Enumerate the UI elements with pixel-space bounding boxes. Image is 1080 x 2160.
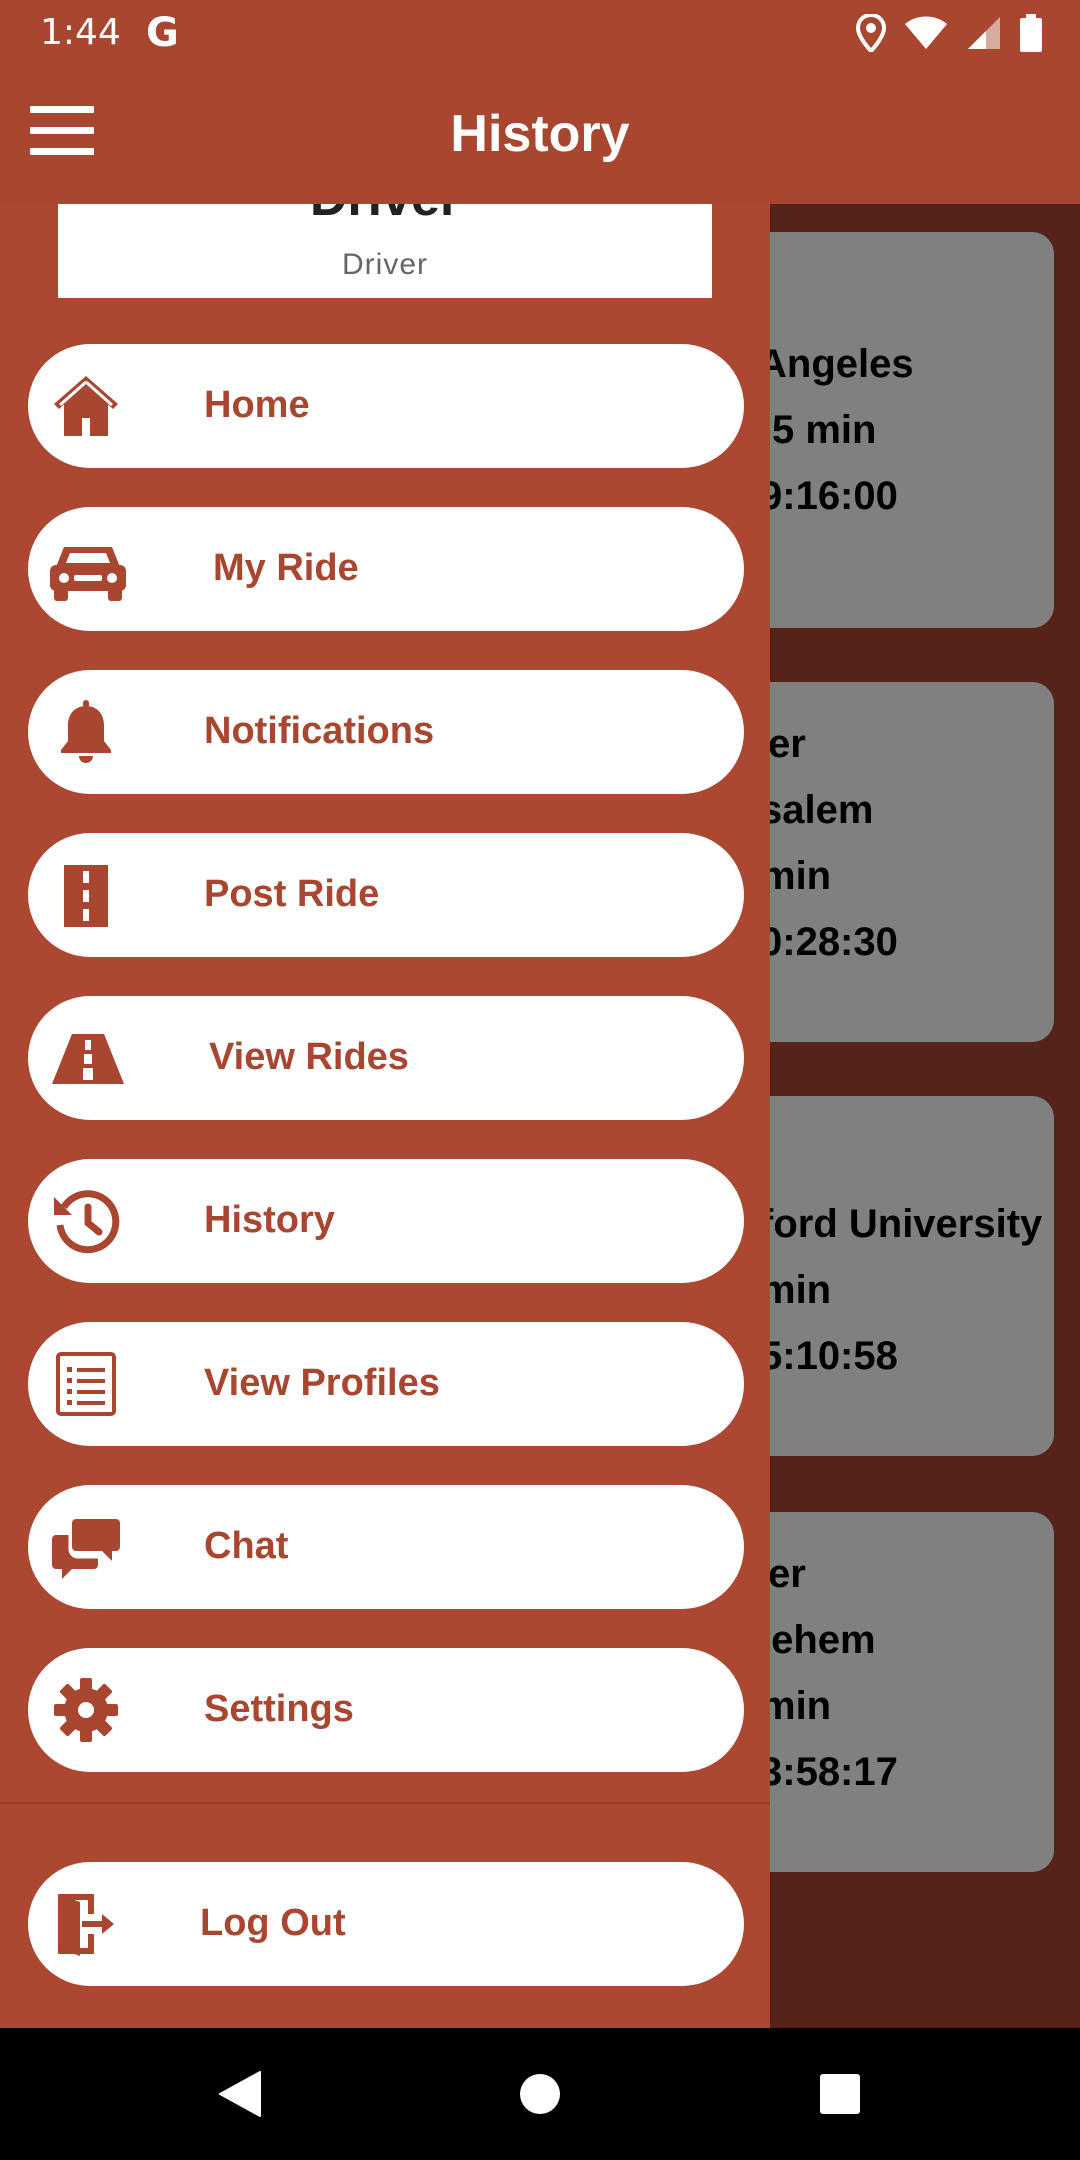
ride-card[interactable]: er salem min 0:28:30 (730, 682, 1054, 1042)
page-title: History (450, 105, 630, 163)
profile-name: Driver (58, 204, 712, 228)
drawer-item-chat[interactable]: Chat (28, 1485, 744, 1609)
recents-icon (820, 2074, 860, 2114)
drawer-item-label: Notifications (204, 710, 435, 752)
ride-destination: lehem (760, 1618, 876, 1662)
road-icon (50, 859, 122, 931)
car-icon (48, 533, 128, 605)
profile-role: Driver (342, 248, 428, 281)
drawer-divider (0, 1802, 770, 1804)
recents-button[interactable] (760, 2028, 920, 2160)
status-icons (856, 14, 1042, 52)
highway-icon (50, 1022, 126, 1094)
ride-driver: er (768, 1552, 806, 1596)
ride-duration: 5 min (772, 408, 877, 452)
ride-duration: min (760, 854, 832, 898)
drawer-item-home[interactable]: Home (28, 344, 744, 468)
ride-time: 3:58:17 (760, 1750, 898, 1794)
ride-time: 9:16:00 (760, 474, 898, 518)
navigation-drawer: Driver Driver Home My (0, 204, 770, 2028)
history-icon (50, 1185, 122, 1257)
drawer-item-label: Home (204, 384, 310, 426)
gear-icon (50, 1674, 122, 1746)
drawer-item-label: My Ride (213, 547, 359, 589)
drawer-item-view-profiles[interactable]: View Profiles (28, 1322, 744, 1446)
drawer-item-view-rides[interactable]: View Rides (28, 996, 744, 1120)
ride-destination: ford University (760, 1202, 1043, 1246)
drawer-item-notifications[interactable]: Notifications (28, 670, 744, 794)
home-icon (50, 370, 122, 442)
wifi-icon (905, 16, 947, 49)
ride-destination: Angeles (758, 342, 914, 386)
status-time: 1:44 (40, 12, 121, 53)
ride-duration: min (760, 1268, 832, 1312)
home-circle-icon (520, 2074, 560, 2114)
drawer-item-label: View Profiles (204, 1362, 440, 1404)
drawer-item-history[interactable]: History (28, 1159, 744, 1283)
drawer-item-label: Post Ride (204, 873, 380, 915)
profile-card: Driver Driver (58, 204, 712, 298)
ride-destination: salem (760, 788, 874, 832)
drawer-item-settings[interactable]: Settings (28, 1648, 744, 1772)
ride-card[interactable]: ford University min 5:10:58 (730, 1096, 1054, 1456)
drawer-item-label: History (204, 1199, 335, 1241)
back-button[interactable] (160, 2028, 320, 2160)
back-icon (219, 2071, 261, 2117)
google-g-icon: G (146, 10, 179, 56)
ride-driver: er (768, 722, 806, 766)
ride-time: 5:10:58 (760, 1334, 898, 1378)
drawer-item-label: Settings (204, 1688, 354, 1730)
drawer-item-label: Chat (204, 1525, 289, 1567)
status-bar: 1:44 G (0, 0, 1080, 66)
ride-card[interactable]: er lehem min 3:58:17 (730, 1512, 1054, 1872)
battery-icon (1020, 14, 1042, 52)
ride-duration: min (760, 1684, 832, 1728)
drawer-item-my-ride[interactable]: My Ride (28, 507, 744, 631)
drawer-item-label: View Rides (209, 1036, 409, 1078)
drawer-item-logout[interactable]: Log Out (28, 1862, 744, 1986)
system-nav-bar (0, 2028, 1080, 2160)
ride-card[interactable]: Angeles 5 min 9:16:00 (730, 232, 1054, 628)
drawer-item-label: Log Out (200, 1902, 346, 1944)
chat-icon (50, 1511, 122, 1583)
app-bar: History (0, 66, 1080, 204)
location-icon (856, 14, 886, 52)
bell-icon (50, 696, 122, 768)
ride-time: 0:28:30 (760, 920, 898, 964)
list-icon (50, 1348, 122, 1420)
signal-icon (968, 17, 1000, 49)
logout-icon (48, 1888, 120, 1960)
home-button[interactable] (460, 2028, 620, 2160)
drawer-item-post-ride[interactable]: Post Ride (28, 833, 744, 957)
